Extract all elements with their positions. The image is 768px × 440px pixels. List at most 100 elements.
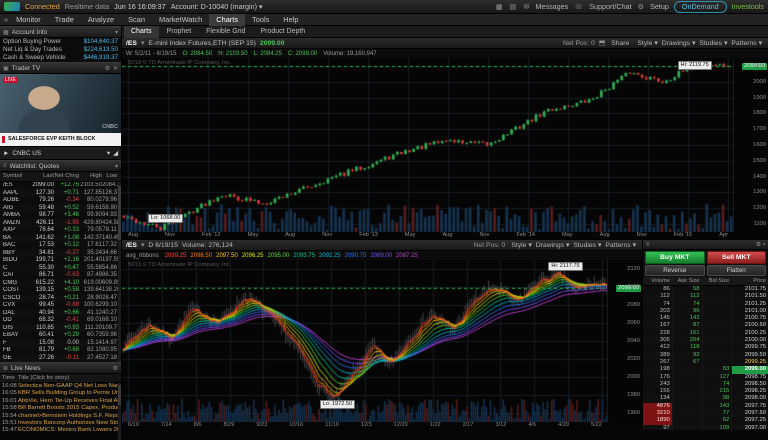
dom-col-volume[interactable]: Volume [643,277,673,285]
menu-item-scan[interactable]: Scan [121,14,152,26]
watchlist-col-high[interactable]: High [79,172,102,181]
dom-bid-size-cell[interactable]: 74 [703,381,733,388]
dom-price-row[interactable]: 167872100.50 [643,322,768,329]
chart-button-patterns[interactable]: Patterns ▾ [603,241,638,249]
news-row-item[interactable]: 16:01AbbVie, Hero Tie-Up Receives Final … [0,398,121,405]
watchlist-row[interactable]: /ES2099.00+12.752103.502084.25 [0,182,121,190]
dom-price-row[interactable]: 2281612100.25 [643,330,768,337]
chevron-down-icon[interactable]: ▾ [141,241,144,249]
dom-price-row[interactable]: 389922099.50 [643,352,768,359]
news-row-item[interactable]: 16:05KBR Sells Building Group to Pernix … [0,390,121,397]
dom-price-row[interactable]: 86582101.75 [643,286,768,293]
messages-button[interactable]: Messages [535,2,568,11]
bottom-chart-body[interactable]: 5013 © TD Ameritrade IP Company, Inc. Hi… [122,260,642,430]
dom-bid-size-cell[interactable]: 143 [703,403,733,410]
watchlist-row[interactable]: FB81.79+0.6882.1080.95 [0,347,121,355]
dom-bid-size-cell[interactable]: 83 [703,366,733,373]
pin-icon[interactable]: ▪ [763,242,765,248]
chart-tab-prophet[interactable]: Prophet [160,26,199,38]
dom-ask-size-cell[interactable]: 118 [673,344,703,351]
chart-button-studies[interactable]: Studies ▾ [571,241,603,249]
watchlist-col-symbol[interactable]: Symbol [0,172,27,181]
dom-price-row[interactable]: 1451432100.75 [643,315,768,322]
dom-bid-size-cell[interactable]: 77 [703,410,733,417]
news-row-item[interactable]: 15:47ECONOMICS: Mexico Bank Lowers 2015 … [0,427,121,434]
watchlist-row[interactable]: CVX99.45-0.88100.6299.10 [0,302,121,310]
watchlist-row[interactable]: COST139.15+0.58139.64138.20 [0,287,121,295]
dom-bid-size-cell[interactable] [703,337,733,344]
dom-price-row[interactable]: 203962101.00 [643,308,768,315]
dom-bid-size-cell[interactable] [703,315,733,322]
dom-bid-size-cell[interactable] [703,344,733,351]
envelope-icon[interactable]: ✉ [522,2,530,11]
dom-bid-size-cell[interactable]: 109 [703,425,733,432]
share-icon[interactable]: ⬒ [599,39,605,47]
bottom-chart-canvas[interactable] [122,260,608,422]
dom-ask-size-cell[interactable]: 87 [673,322,703,329]
watchlist-row[interactable]: CAT86.71-0.6387.4986.35 [0,272,121,280]
data-mode[interactable]: Realtime data [65,2,109,11]
watchlist-row[interactable]: DAL40.94+0.6641.1240.27 [0,310,121,318]
dom-bid-size-cell[interactable]: 98 [703,395,733,402]
symbol-input[interactable]: /ES [126,40,137,47]
dom-ask-size-cell[interactable] [673,425,703,432]
dom-ask-size-cell[interactable] [673,417,703,424]
buy-market-button[interactable]: Buy MKT [645,251,705,264]
dom-ask-size-cell[interactable]: 161 [673,330,703,337]
trader-tv-video[interactable]: LIVE CNBC SALESFORCE EVP KEITH BLOCK [0,74,121,146]
dom-price-row[interactable]: 1890622097.25 [643,417,768,424]
tv-channel-select[interactable]: CNBC US [12,150,104,157]
watchlist-row[interactable]: AAPL127.30+0.71127.85126.37 [0,190,121,198]
close-icon[interactable]: ✕ [113,65,118,72]
menu-item-tools[interactable]: Tools [245,14,276,26]
dom-col-ask-size[interactable]: Ask Size [673,277,703,285]
dom-ask-size-cell[interactable]: 112 [673,293,703,300]
calendar-icon[interactable]: ▤ [509,2,518,11]
news-col-title[interactable]: Title (Click for story) [18,374,121,382]
dom-price-row[interactable]: 4121182099.75 [643,344,768,351]
chart-button-drawings[interactable]: Drawings ▾ [660,39,698,47]
dom-price-row[interactable]: 198832099.00 [643,366,768,373]
news-row-item[interactable]: 15:51Investors Bancorp Authorizes New St… [0,420,121,427]
sell-market-button[interactable]: Sell MKT [707,251,767,264]
dom-bid-size-cell[interactable]: 127 [703,374,733,381]
dom-ask-size-cell[interactable]: 96 [673,308,703,315]
menu-icon[interactable]: ≡ [646,242,650,248]
play-icon[interactable]: ► [3,150,9,157]
watchlist-row[interactable]: BAC17.53+0.1217.6117.32 [0,242,121,250]
dom-price-row[interactable]: 243742098.50 [643,381,768,388]
watchlist-row[interactable]: AIG59.48+0.5259.6158.90 [0,205,121,213]
news-row-item[interactable]: 15:58Bill Barrett Boosts 2015 Capex, Pro… [0,405,121,412]
setup-button[interactable]: Setup [650,2,669,11]
dom-price-row[interactable]: 134982098.00 [643,395,768,402]
dom-col-price[interactable]: Price [732,277,768,285]
connection-status[interactable]: Connected [25,2,60,11]
dom-price-row[interactable]: 48761432097.75 [643,403,768,410]
calculator-icon[interactable]: ▦ [495,2,504,11]
watchlist-col-last[interactable]: Last [27,172,54,181]
watchlist-row[interactable]: BBY34.81-0.2735.2434.66 [0,250,121,258]
watchlist-row[interactable]: CSCO28.74+0.2128.9028.47 [0,295,121,303]
watchlist-col-net-chng[interactable]: Net Chng [54,172,79,181]
chart-tab-flexible-grid[interactable]: Flexible Grid [199,26,252,38]
chart-tab-product-depth[interactable]: Product Depth [253,26,312,38]
news-scrollbar[interactable] [118,383,121,440]
range-label[interactable]: W: 5/2/11 - 6/19/15 [126,51,176,57]
news-column-headers[interactable]: TimeTitle (Click for story) [0,374,121,383]
dom-price-row[interactable]: 3210772097.50 [643,410,768,417]
dom-ask-size-cell[interactable] [673,403,703,410]
watchlist-col-low[interactable]: Low [102,172,119,181]
dom-ask-size-cell[interactable] [673,381,703,388]
watchlist-row[interactable]: C55.30+0.4755.5854.86 [0,265,121,273]
dom-ask-size-cell[interactable] [673,395,703,402]
menu-item-trade[interactable]: Trade [48,14,81,26]
chevron-down-icon[interactable]: ▾ [141,39,144,47]
watchlist-row[interactable]: CMG615.22+4.10619.00609.85 [0,280,121,288]
menu-item-help[interactable]: Help [276,14,305,26]
dom-price-row[interactable]: 971092097.00 [643,425,768,432]
dom-bid-size-cell[interactable] [703,330,733,337]
symbol-input[interactable]: /ES [126,242,137,249]
chevron-down-icon[interactable]: ▾ [107,149,110,157]
study-label[interactable]: avg_ribbons [126,253,159,259]
dom-ask-size-cell[interactable]: 67 [673,359,703,366]
